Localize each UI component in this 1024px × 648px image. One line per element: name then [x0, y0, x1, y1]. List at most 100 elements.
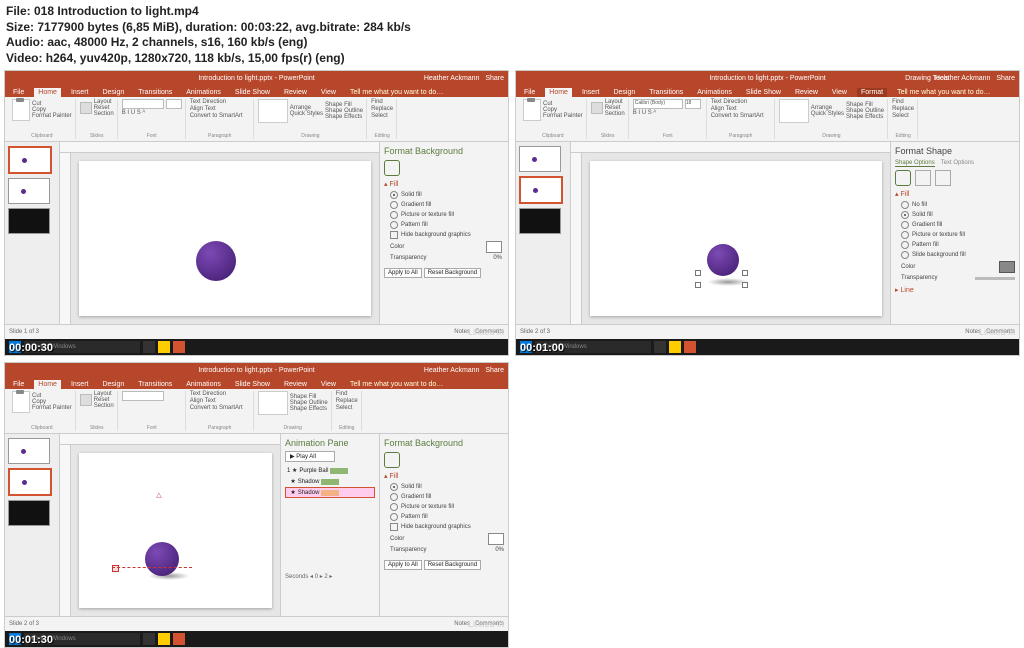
anim-item-2[interactable]: ★ Shadow — [285, 476, 375, 487]
tab-design[interactable]: Design — [609, 88, 639, 97]
thumbnail-3[interactable] — [8, 500, 50, 526]
user-share[interactable]: Heather Ackmann Share — [424, 75, 504, 82]
slide-canvas[interactable]: △ — [79, 453, 272, 608]
smartart-button[interactable]: Convert to SmartArt — [190, 113, 250, 119]
ribbon-tabs: File Home Insert Design Transitions Anim… — [516, 85, 1019, 97]
thumbnail-3[interactable] — [8, 208, 50, 234]
tab-design[interactable]: Design — [98, 88, 128, 97]
font-size-combo[interactable] — [166, 99, 182, 109]
tab-insert[interactable]: Insert — [67, 88, 93, 97]
opt-gradient[interactable]: Gradient fill — [384, 200, 504, 210]
tab-home[interactable]: Home — [34, 88, 61, 97]
apply-all-button[interactable]: Apply to All — [384, 268, 422, 278]
opt-gradient[interactable]: Gradient fill — [895, 220, 1015, 230]
apply-all-button[interactable]: Apply to All — [384, 560, 422, 570]
status-bar: Slide 1 of 3 Notes Comments — [5, 324, 508, 339]
powerpoint-icon[interactable] — [173, 341, 185, 353]
opt-solid[interactable]: Solid fill — [384, 190, 504, 200]
fill-line-icon[interactable] — [895, 170, 911, 186]
thumbnail-1[interactable] — [8, 438, 50, 464]
task-app-icon[interactable] — [143, 341, 155, 353]
tab-review[interactable]: Review — [791, 88, 822, 97]
effects-icon[interactable] — [915, 170, 931, 186]
thumbnail-2[interactable] — [519, 176, 563, 204]
thumbnail-1[interactable] — [8, 146, 52, 174]
reset-bg-button[interactable]: Reset Background — [424, 560, 481, 570]
text-direction-button[interactable]: Text Direction — [190, 99, 250, 105]
fill-tab-icon[interactable] — [384, 160, 400, 176]
anim-item-3[interactable]: ★ Shadow — [285, 487, 375, 498]
transparency-row[interactable]: Transparency — [895, 274, 1015, 282]
shapes-gallery[interactable] — [258, 99, 288, 123]
screenshot-grid: Introduction to light.pptx - PowerPoint … — [0, 70, 1024, 648]
opt-pattern[interactable]: Pattern fill — [384, 220, 504, 230]
tab-file[interactable]: File — [9, 88, 28, 97]
shape-options-tab[interactable]: Shape Options — [895, 160, 935, 167]
transparency-row[interactable]: Transparency0% — [384, 254, 504, 262]
editing-label: Editing — [371, 133, 393, 139]
workspace: △ Animation Pane ▶ Play All 1 ★ Purple B… — [5, 434, 508, 616]
find-button[interactable]: Find — [371, 99, 393, 105]
tab-slideshow[interactable]: Slide Show — [742, 88, 785, 97]
opt-no-fill[interactable]: No fill — [895, 200, 1015, 210]
opt-picture[interactable]: Picture or texture fill — [895, 230, 1015, 240]
size-icon[interactable] — [935, 170, 951, 186]
quick-styles-button[interactable]: Quick Styles — [290, 111, 323, 117]
shape-effects-button[interactable]: Shape Effects — [325, 114, 363, 120]
tab-insert[interactable]: Insert — [578, 88, 604, 97]
user-share[interactable]: Heather Ackmann Share — [935, 75, 1015, 82]
color-swatch[interactable] — [999, 261, 1015, 273]
tab-home[interactable]: Home — [545, 88, 572, 97]
text-options-tab[interactable]: Text Options — [941, 160, 974, 167]
tab-transitions[interactable]: Transitions — [645, 88, 687, 97]
new-slide-icon[interactable] — [80, 102, 92, 114]
chrome-icon[interactable] — [158, 341, 170, 353]
purple-ball-shape[interactable] — [196, 241, 236, 281]
paste-icon[interactable] — [523, 99, 541, 121]
play-all-button[interactable]: ▶ Play All — [285, 451, 335, 462]
slide-canvas[interactable] — [79, 161, 371, 316]
slide-canvas[interactable] — [590, 161, 882, 316]
fill-section-header[interactable]: ▴ Fill — [384, 180, 504, 188]
replace-button[interactable]: Replace — [371, 106, 393, 112]
section-button[interactable]: Section — [94, 111, 114, 117]
tab-slideshow[interactable]: Slide Show — [231, 88, 274, 97]
tab-view[interactable]: View — [828, 88, 851, 97]
fill-section-header[interactable]: ▴ Fill — [895, 190, 1015, 198]
tab-file[interactable]: File — [520, 88, 539, 97]
tab-review[interactable]: Review — [280, 88, 311, 97]
tab-tellme[interactable]: Tell me what you want to do… — [346, 88, 447, 97]
purple-ball-shape[interactable] — [707, 244, 739, 276]
thumbnail-2[interactable] — [8, 178, 50, 204]
tab-format[interactable]: Format — [857, 88, 887, 97]
align-text-button[interactable]: Align Text — [190, 106, 250, 112]
tab-tellme[interactable]: Tell me what you want to do… — [893, 88, 994, 97]
line-section-header[interactable]: ▸ Line — [895, 286, 1015, 294]
format-painter-button[interactable]: Format Painter — [32, 113, 72, 119]
opt-hide-bg[interactable]: Hide background graphics — [384, 230, 504, 240]
paste-icon[interactable] — [12, 99, 30, 121]
opt-pattern[interactable]: Pattern fill — [895, 240, 1015, 250]
pane-title: Format Background — [384, 146, 504, 156]
purple-ball-shape[interactable] — [145, 542, 179, 576]
thumbnail-3[interactable] — [519, 208, 561, 234]
color-swatch[interactable] — [486, 241, 502, 253]
opt-picture[interactable]: Picture or texture fill — [384, 210, 504, 220]
window-title: Introduction to light.pptx - PowerPoint — [198, 367, 314, 374]
opt-solid[interactable]: Solid fill — [895, 210, 1015, 220]
anim-item-1[interactable]: 1 ★ Purple Ball — [285, 465, 375, 476]
title-bar: Introduction to light.pptx - PowerPoint … — [5, 71, 508, 85]
tab-animations[interactable]: Animations — [182, 88, 225, 97]
tab-transitions[interactable]: Transitions — [134, 88, 176, 97]
color-row[interactable]: Color — [895, 260, 1015, 274]
color-row[interactable]: Color — [384, 240, 504, 254]
tab-view[interactable]: View — [317, 88, 340, 97]
thumbnail-2[interactable] — [8, 468, 52, 496]
opt-slide-bg[interactable]: Slide background fill — [895, 250, 1015, 260]
reset-bg-button[interactable]: Reset Background — [424, 268, 481, 278]
tab-animations[interactable]: Animations — [693, 88, 736, 97]
user-share[interactable]: Heather Ackmann Share — [424, 367, 504, 374]
font-name-combo[interactable] — [122, 99, 164, 109]
thumbnail-1[interactable] — [519, 146, 561, 172]
select-button[interactable]: Select — [371, 113, 393, 119]
